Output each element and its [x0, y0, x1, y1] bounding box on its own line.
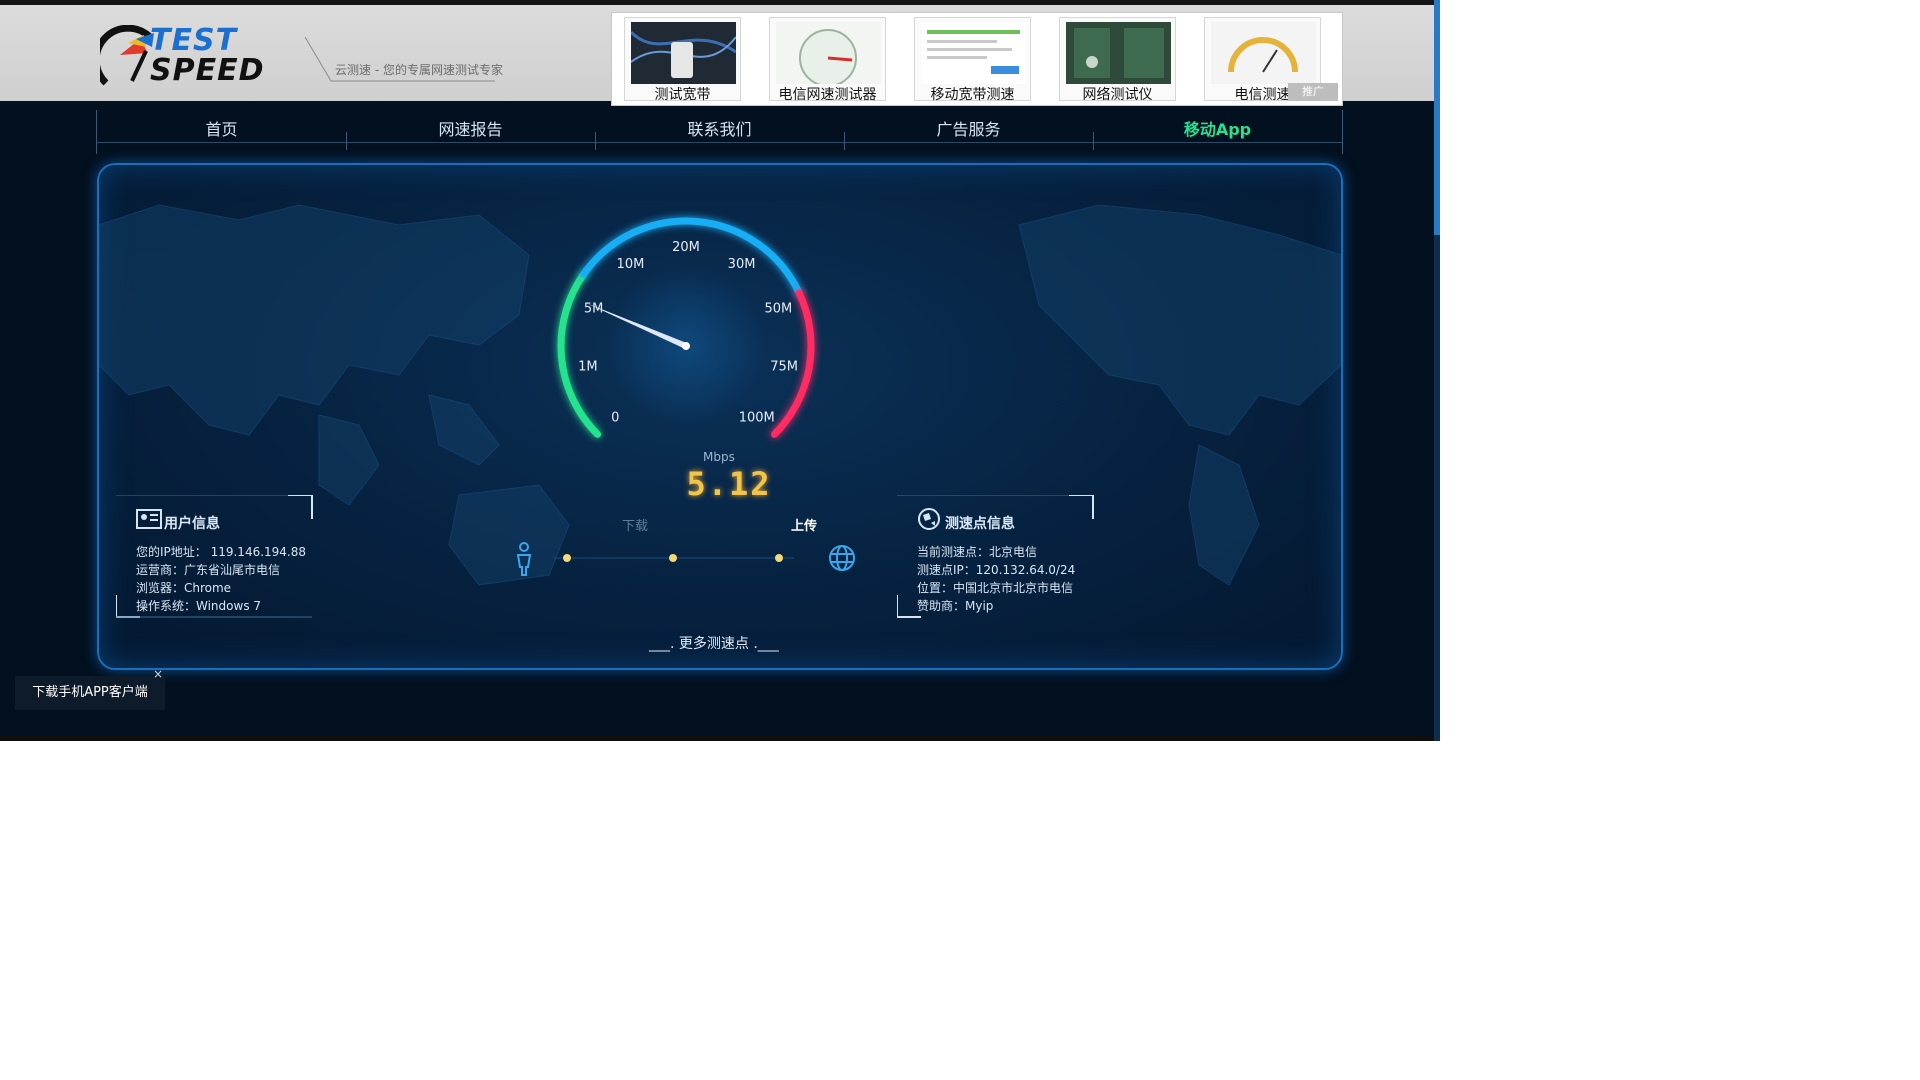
node-info-box: 测速点信息 当前测速点：北京电信 测速点IP：120.132.64.0/24 位… [897, 495, 1107, 655]
ad-strip: 测试宽带 电信网速测试器 移动宽带测速 网络测试仪 电信测速 推广 [611, 12, 1343, 106]
speed-readout: 5.12 [686, 465, 772, 503]
nav-item-home[interactable]: 首页 [97, 116, 346, 140]
nav-item-contact[interactable]: 联系我们 [595, 116, 844, 140]
node-info-title: 测速点信息 [945, 516, 1015, 532]
globe-node-icon [918, 508, 940, 530]
user-isp: 运营商：广东省汕尾市电信 [136, 563, 281, 577]
download-app-button[interactable]: 下载手机APP客户端 × [15, 667, 165, 710]
ad-label: 测试宽带 [654, 87, 711, 103]
ad-item[interactable]: 移动宽带测速 [914, 17, 1031, 103]
ad-promo-badge[interactable]: 推广 [1288, 83, 1338, 101]
ad-thumbnail-gauge [776, 22, 881, 84]
user-info-box: 用户信息 您的IP地址： 119.146.194.88 运营商：广东省汕尾市电信… [116, 495, 356, 655]
close-icon[interactable]: × [153, 667, 163, 681]
test-progress [516, 542, 855, 576]
gauge-tick-label: 10M [617, 257, 645, 272]
nav-separator [346, 132, 347, 150]
site-tagline: 云测速 - 您的专属网速测试专家 [335, 63, 503, 77]
tab-download[interactable]: 下载 [622, 515, 648, 534]
browser-viewport: TEST SPEED 云测速 - 您的专属网速测试专家 测试宽带 电信网速测试器… [0, 0, 1440, 741]
page-bottom-edge [0, 735, 1440, 741]
ad-item[interactable]: 测试宽带 [624, 17, 741, 103]
ad-thumbnail-meter [1211, 22, 1316, 84]
gauge-tick-label: 1M [578, 360, 598, 375]
gauge-tick-label: 100M [739, 411, 775, 426]
node-current: 当前测速点：北京电信 [917, 545, 1038, 559]
nav-item-speed-report[interactable]: 网速报告 [346, 116, 595, 140]
nav-separator [1093, 132, 1094, 150]
nav-item-ad-service[interactable]: 广告服务 [844, 116, 1093, 140]
ad-item[interactable]: 电信网速测试器 [769, 17, 886, 103]
gauge-tick-label: 75M [770, 360, 798, 375]
main-nav: 首页 网速报告 联系我们 广告服务 移动App [96, 110, 1343, 154]
gauge-arc-segment [557, 270, 602, 438]
gauge-hub [682, 342, 690, 350]
ad-label: 电信网速测试器 [778, 87, 877, 103]
gauge-tick-label: 0 [611, 411, 619, 426]
nav-baseline [97, 142, 1342, 143]
progress-dot [669, 554, 677, 562]
site-logo[interactable]: TEST SPEED [100, 23, 300, 91]
ad-item[interactable]: 网络测试仪 [1059, 17, 1176, 103]
ad-thumbnail-report [921, 22, 1026, 84]
progress-dot [563, 554, 571, 562]
more-nodes-link[interactable]: ___. 更多测速点 .___ [649, 633, 779, 653]
scrollbar-thumb[interactable] [1434, 0, 1440, 235]
ad-thumbnail-cables [631, 22, 736, 84]
download-app-label: 下载手机APP客户端 [32, 685, 148, 700]
progress-dot [775, 554, 783, 562]
speed-unit: Mbps [703, 450, 735, 464]
gauge-tick-label: 20M [672, 240, 700, 255]
node-location: 位置：中国北京市北京市电信 [917, 581, 1074, 595]
gauge-tick-label: 30M [728, 257, 756, 272]
user-os: 操作系统：Windows 7 [136, 599, 262, 613]
header-bar: TEST SPEED 云测速 - 您的专属网速测试专家 测试宽带 电信网速测试器… [0, 0, 1440, 106]
id-card-icon [136, 509, 162, 529]
ad-label: 移动宽带测速 [930, 87, 1015, 103]
nav-separator [844, 132, 845, 150]
logo-text-speed: SPEED [150, 53, 265, 88]
gauge-tick-label: 50M [765, 302, 793, 317]
speedtest-panel: 0 1M 5M 10M 20M 30M 50M 75M 100M Mbps 5.12 下载 上传 [97, 163, 1343, 670]
nav-separator [595, 132, 596, 150]
user-browser: 浏览器：Chrome [136, 581, 232, 595]
user-info-title: 用户信息 [164, 516, 220, 532]
user-person-icon [516, 542, 532, 576]
tab-upload[interactable]: 上传 [791, 515, 817, 534]
ad-label: 网络测试仪 [1082, 87, 1153, 103]
globe-icon [829, 545, 855, 571]
node-sponsor: 赞助商：Myip [917, 599, 994, 613]
user-ip: 您的IP地址： 119.146.194.88 [136, 545, 307, 559]
ad-thumbnail-device [1066, 22, 1171, 84]
nav-item-mobile-app[interactable]: 移动App [1093, 116, 1342, 140]
node-ip: 测速点IP：120.132.64.0/24 [917, 563, 1076, 577]
